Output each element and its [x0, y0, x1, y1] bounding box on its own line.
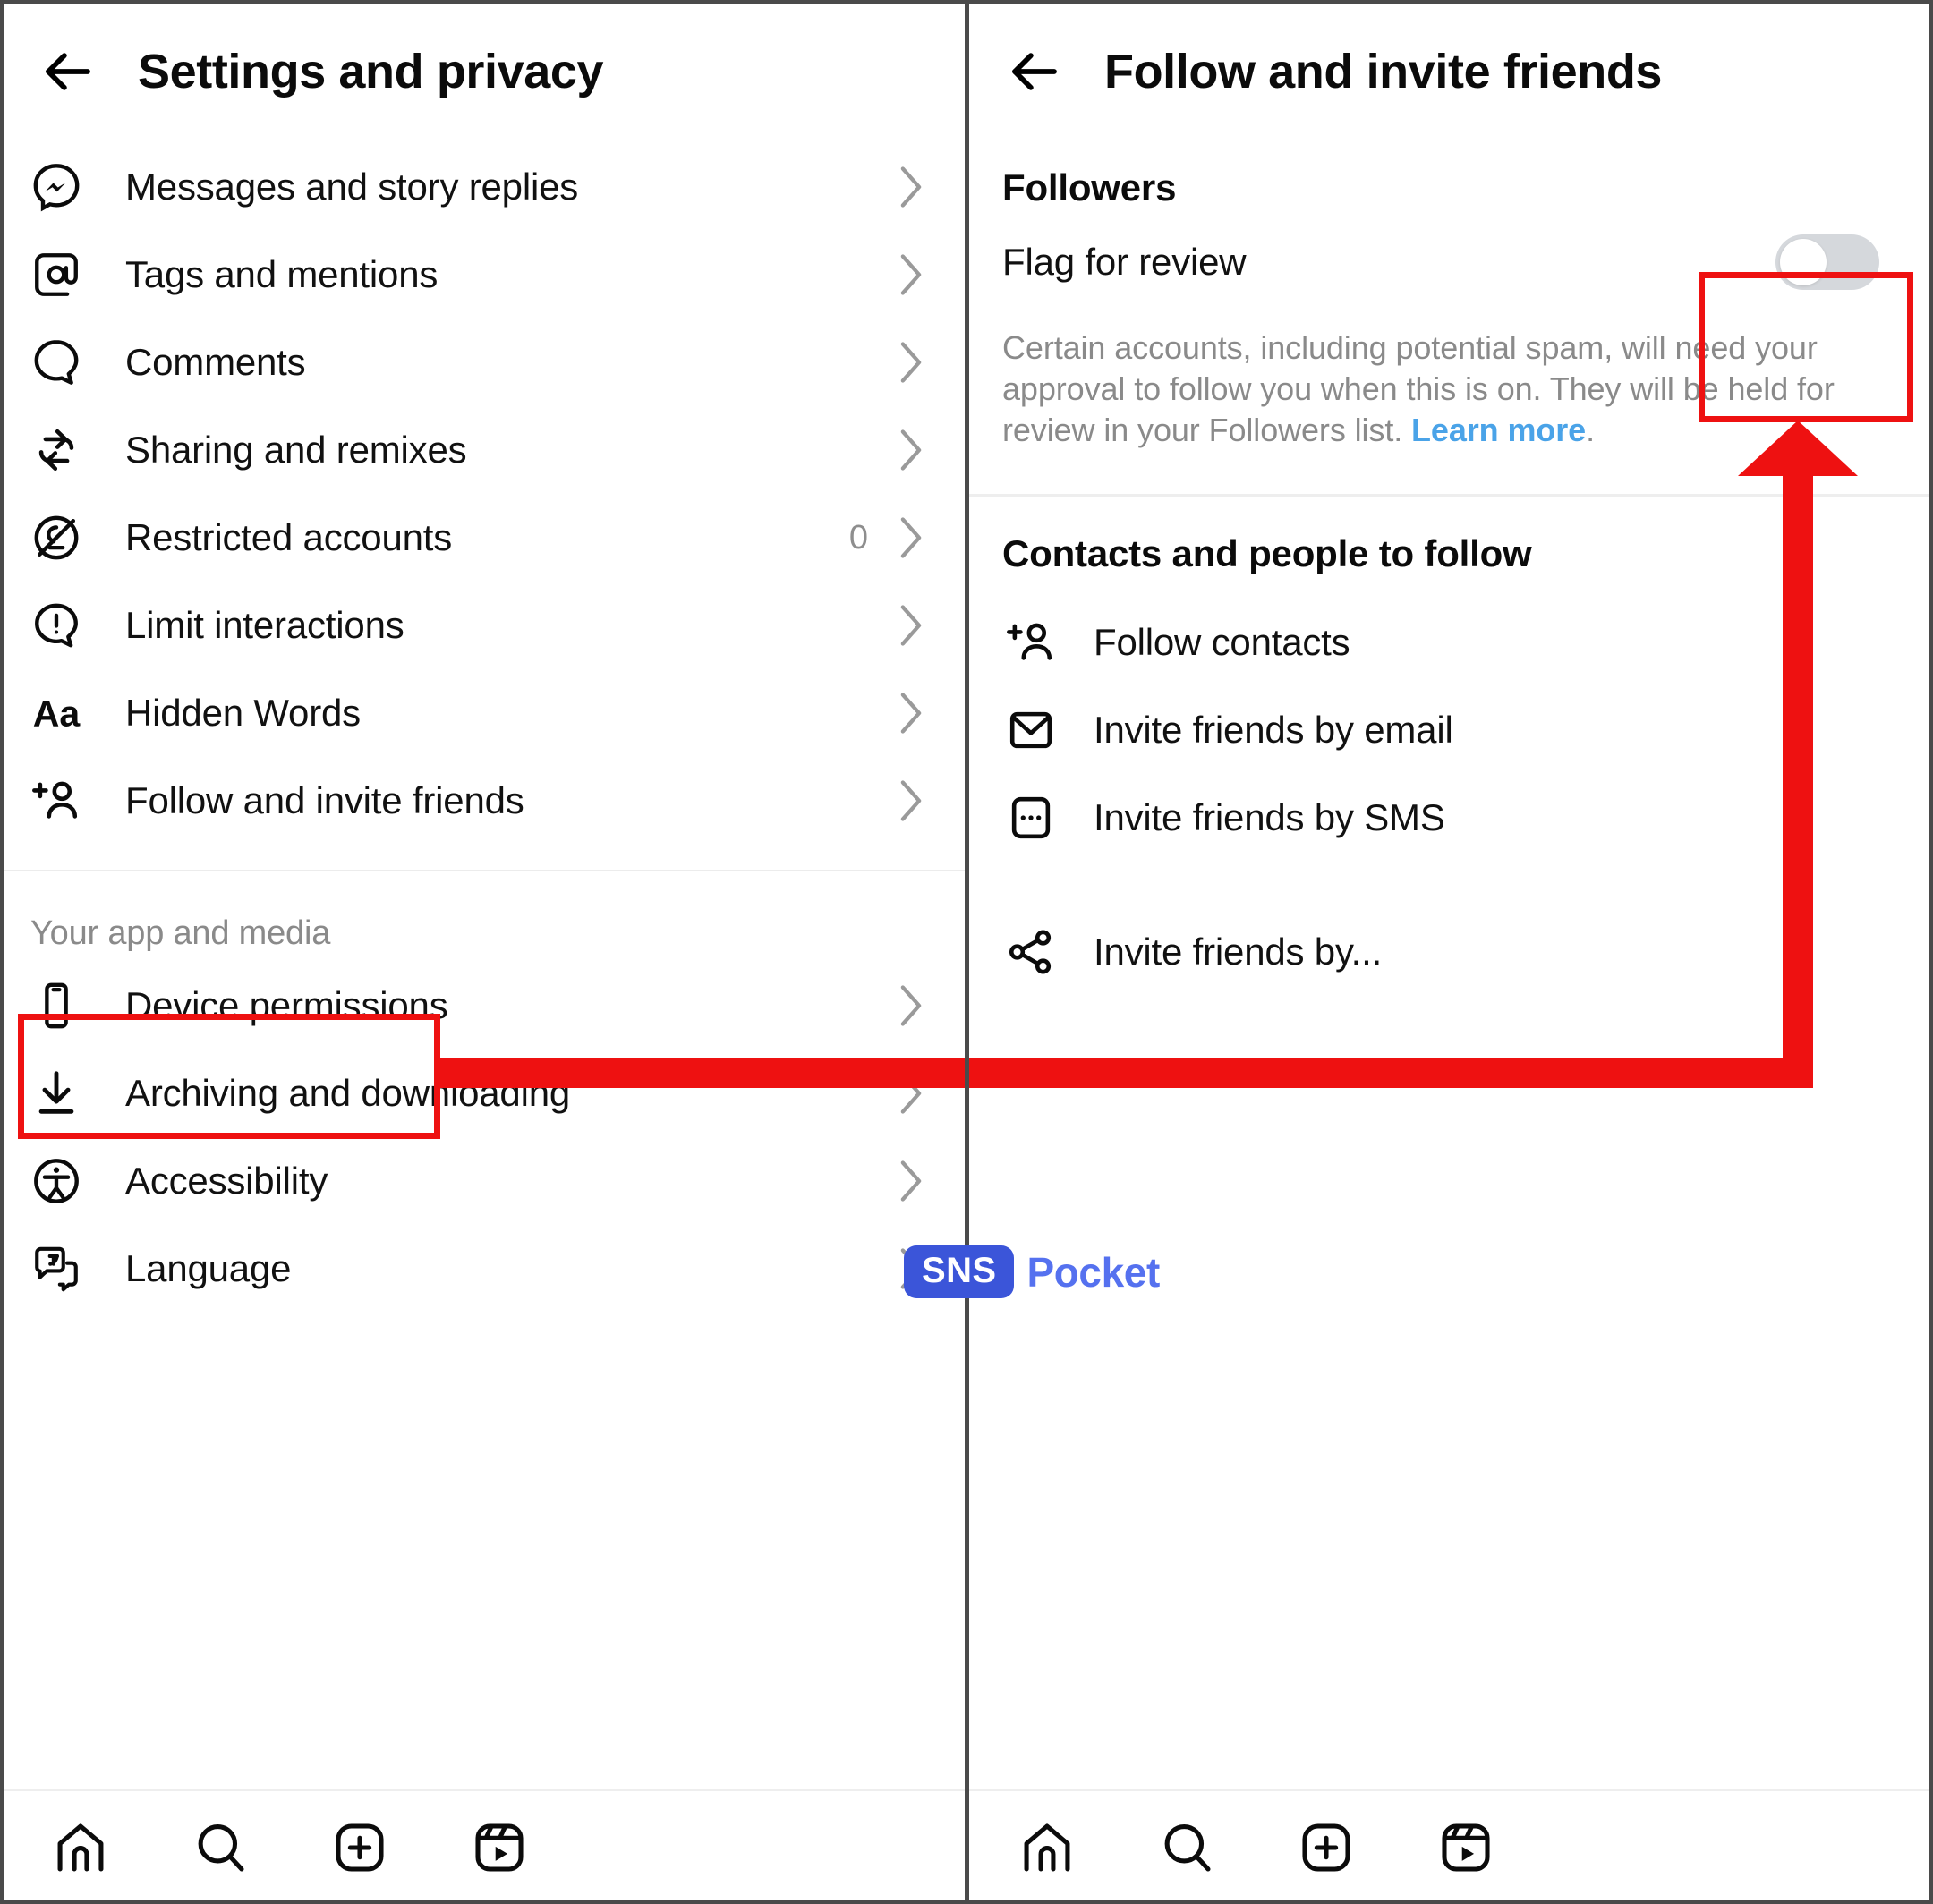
settings-row-language[interactable]: Language — [0, 1225, 966, 1313]
settings-row-count: 0 — [848, 518, 868, 557]
chevron-right-icon — [895, 1069, 927, 1118]
create-icon[interactable] — [1276, 1805, 1376, 1891]
flag-for-review-description: Certain accounts, including potential sp… — [966, 315, 1933, 451]
search-icon[interactable] — [1137, 1805, 1237, 1891]
flag-for-review-row[interactable]: Flag for review — [966, 209, 1933, 315]
toggle-knob — [1780, 239, 1827, 285]
chevron-right-icon — [895, 338, 927, 387]
add-person-icon — [1002, 614, 1060, 671]
right-row-label: Follow contacts — [1094, 621, 1350, 664]
svg-text:Aa: Aa — [33, 693, 81, 735]
right-row-label: Invite friends by email — [1094, 709, 1453, 752]
chevron-right-icon — [895, 982, 927, 1030]
reels-icon[interactable] — [1416, 1805, 1516, 1891]
chevron-right-icon — [895, 689, 927, 737]
settings-row-limit-interactions[interactable]: Limit interactions — [0, 582, 966, 669]
settings-row-follow-and-invite-friends[interactable]: Follow and invite friends — [0, 757, 966, 845]
sms-icon — [1002, 789, 1060, 846]
settings-row-hidden-words[interactable]: Aa Hidden Words — [0, 669, 966, 757]
watermark-badge: SNS — [904, 1245, 1015, 1298]
settings-row-device-permissions[interactable]: Device permissions — [0, 962, 966, 1050]
language-icon — [27, 1239, 86, 1298]
search-icon[interactable] — [170, 1805, 270, 1891]
chevron-right-icon — [895, 426, 927, 474]
settings-row-label: Restricted accounts — [125, 516, 453, 558]
panel-divider — [965, 0, 969, 1904]
watermark-text: Pocket — [1026, 1248, 1160, 1296]
right-bottom-nav — [966, 1789, 1933, 1904]
page-title: Follow and invite friends — [1104, 45, 1663, 98]
left-panel-header: Settings and privacy — [0, 0, 966, 143]
settings-row-sharing[interactable]: Sharing and remixes — [0, 406, 966, 494]
at-mention-icon — [27, 245, 86, 304]
settings-row-label: Follow and invite friends — [125, 779, 524, 821]
remix-icon — [27, 421, 86, 480]
settings-row-label: Language — [125, 1247, 292, 1289]
settings-row-label: Device permissions — [125, 984, 448, 1026]
right-row-follow-contacts[interactable]: Follow contacts — [966, 599, 1933, 686]
share-icon — [1002, 923, 1060, 981]
settings-row-label: Archiving and downloading — [125, 1072, 571, 1114]
right-row-invite-by-sms[interactable]: Invite friends by SMS — [966, 774, 1933, 862]
settings-row-restricted[interactable]: Restricted accounts 0 — [0, 494, 966, 582]
left-bottom-nav — [0, 1789, 966, 1904]
learn-more-link[interactable]: Learn more — [1411, 412, 1586, 448]
settings-row-messages[interactable]: Messages and story replies — [0, 143, 966, 231]
chevron-right-icon — [895, 1157, 927, 1205]
settings-row-tags[interactable]: Tags and mentions — [0, 231, 966, 319]
settings-row-label: Accessibility — [125, 1160, 328, 1202]
watermark-sns-pocket: SNS Pocket — [904, 1245, 1160, 1298]
right-row-invite-by-other[interactable]: Invite friends by... — [966, 908, 1933, 996]
hidden-words-icon: Aa — [27, 684, 86, 743]
settings-and-privacy-panel: Settings and privacy Messages and story … — [0, 0, 966, 1904]
followers-heading: Followers — [1002, 166, 1177, 208]
follow-and-invite-friends-panel: Follow and invite friends Followers Flag… — [966, 0, 1933, 1904]
email-icon — [1002, 701, 1060, 759]
home-icon[interactable] — [30, 1805, 131, 1891]
add-person-icon — [27, 771, 86, 830]
restricted-icon — [27, 508, 86, 567]
chevron-right-icon — [895, 777, 927, 825]
flag-for-review-toggle[interactable] — [1775, 234, 1879, 290]
limit-icon — [27, 596, 86, 655]
flag-for-review-label: Flag for review — [1002, 241, 1247, 283]
comment-icon — [27, 333, 86, 392]
download-icon — [27, 1064, 86, 1123]
messenger-icon — [27, 157, 86, 217]
right-row-label: Invite friends by SMS — [1094, 796, 1445, 839]
create-icon[interactable] — [310, 1805, 410, 1891]
settings-row-label: Hidden Words — [125, 692, 361, 734]
settings-row-archiving-downloading[interactable]: Archiving and downloading — [0, 1050, 966, 1137]
right-row-label: Invite friends by... — [1094, 931, 1383, 973]
home-icon[interactable] — [997, 1805, 1097, 1891]
reels-icon[interactable] — [449, 1805, 549, 1891]
settings-row-label: Comments — [125, 341, 306, 383]
settings-row-label: Tags and mentions — [125, 253, 439, 295]
settings-row-accessibility[interactable]: Accessibility — [0, 1137, 966, 1225]
chevron-right-icon — [895, 163, 927, 211]
settings-list: Messages and story replies Tags and ment… — [0, 143, 966, 1313]
settings-row-label: Limit interactions — [125, 604, 404, 646]
chevron-right-icon — [895, 601, 927, 650]
right-row-invite-by-email[interactable]: Invite friends by email — [966, 686, 1933, 774]
chevron-right-icon — [895, 251, 927, 299]
back-arrow-icon[interactable] — [36, 39, 100, 104]
chevron-right-icon — [895, 514, 927, 562]
contacts-heading: Contacts and people to follow — [1002, 532, 1532, 575]
settings-row-label: Messages and story replies — [125, 166, 579, 208]
accessibility-icon — [27, 1152, 86, 1211]
page-title: Settings and privacy — [138, 45, 604, 98]
settings-row-comments[interactable]: Comments — [0, 319, 966, 406]
settings-row-label: Sharing and remixes — [125, 429, 467, 471]
section-title-your-app-and-media: Your app and media — [30, 914, 331, 952]
screenshot-root: Settings and privacy Messages and story … — [0, 0, 1933, 1904]
helper-text-period: . — [1586, 412, 1596, 449]
device-icon — [27, 976, 86, 1035]
back-arrow-icon[interactable] — [1002, 39, 1067, 104]
right-panel-header: Follow and invite friends — [966, 0, 1933, 143]
